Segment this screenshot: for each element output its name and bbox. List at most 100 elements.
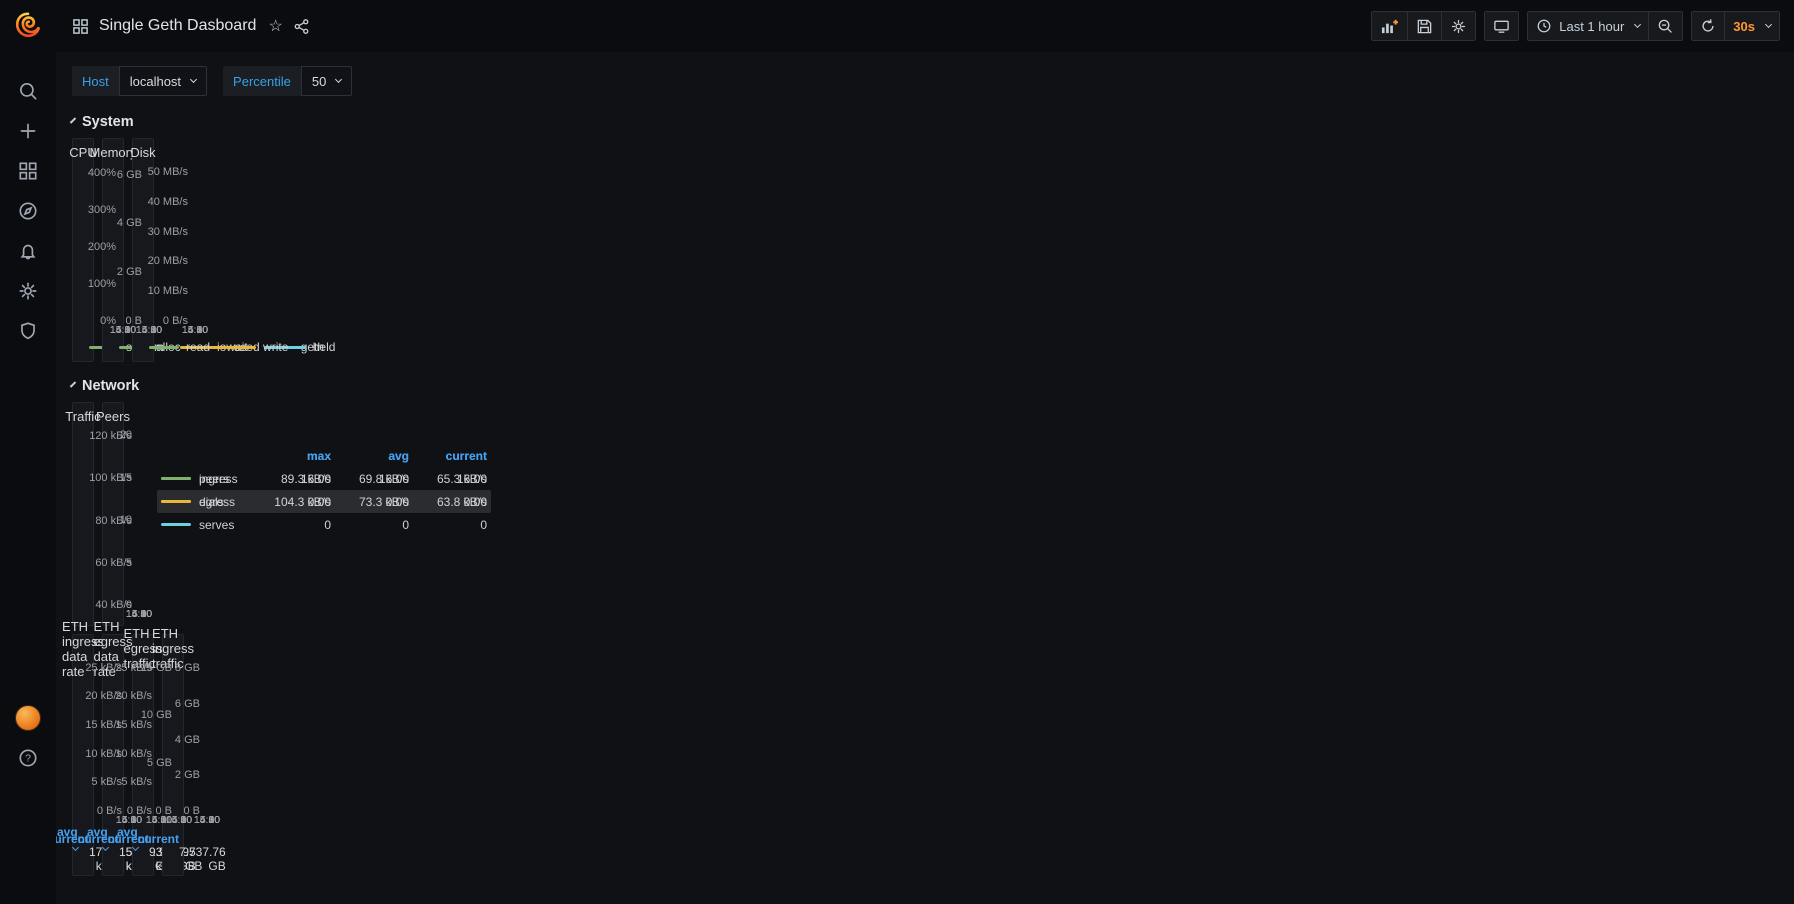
x-axis-label: 15:20: [182, 324, 208, 336]
percentile-variable-label[interactable]: Percentile: [223, 66, 301, 96]
y-axis-label: 8 GB: [175, 662, 200, 674]
gear-icon: [1450, 18, 1467, 35]
y-axis-label: 50 MB/s: [148, 166, 188, 178]
legend-series-label[interactable]: peers: [161, 472, 253, 486]
y-axis: 8 GB6 GB4 GB2 GB0 B: [173, 662, 207, 811]
legend-series-label[interactable]: dials: [161, 495, 253, 509]
dashboard-grid: System CPU400%300%200%100%0%14:3014:4014…: [56, 106, 86, 109]
dashboard-settings-button[interactable]: [1441, 11, 1476, 41]
host-value-text: localhost: [130, 74, 181, 89]
y-axis-label: 10: [120, 514, 132, 526]
search-icon: [17, 80, 39, 102]
profile-avatar[interactable]: [11, 702, 45, 734]
legend-col-avg[interactable]: avg: [87, 825, 108, 853]
series-color-dash: [161, 477, 191, 480]
help-icon: ?: [17, 747, 39, 769]
legend-row: serves000: [157, 513, 491, 536]
legend-series-label[interactable]: serves: [161, 518, 253, 532]
sidebar-item-server-admin[interactable]: [11, 315, 45, 347]
sidebar-item-dashboards[interactable]: [11, 155, 45, 187]
y-axis-label: 15: [120, 472, 132, 484]
panel-traffic: Traffic120 kB/s100 kB/s80 kB/s60 kB/s40 …: [72, 402, 94, 626]
legend-col-current[interactable]: current: [138, 832, 179, 846]
sidebar-item-explore[interactable]: [11, 195, 45, 227]
configuration-icon: [17, 280, 39, 302]
legend-row: peers16.0016.0016.00: [157, 467, 491, 490]
y-axis-label: 40 MB/s: [148, 196, 188, 208]
series-color-dash: [161, 523, 191, 526]
refresh-icon: [1700, 18, 1716, 34]
legend: systemiowaitgeth: [83, 337, 91, 357]
sidebar-item-add[interactable]: [11, 115, 45, 147]
server-admin-icon: [17, 320, 39, 342]
chevron-down-icon: [1765, 21, 1772, 28]
legend-series-name: read: [186, 340, 210, 354]
y-axis-label: 15 GB: [141, 662, 172, 674]
y-axis-label: 20 MB/s: [148, 255, 188, 267]
legend-value: 16.00: [409, 472, 487, 486]
host-variable-label[interactable]: Host: [72, 66, 119, 96]
chevron-down-icon: [335, 76, 342, 83]
sidebar-item-configuration[interactable]: [11, 275, 45, 307]
side-menu: ?: [0, 0, 56, 904]
svg-text:?: ?: [25, 754, 31, 765]
legend-series-name: write: [263, 340, 288, 354]
legend-table: avgcurrenteth/65 transaction announcemen…: [173, 827, 181, 871]
chevron-down-icon: [1634, 21, 1641, 28]
legend-value: 7.73 GB: [179, 845, 202, 873]
x-axis-label: 15:20: [126, 608, 152, 620]
y-axis-label: 200%: [88, 241, 116, 253]
add-panel-button[interactable]: [1371, 11, 1408, 41]
y-axis-label: 4 GB: [175, 734, 200, 746]
section-title: Network: [82, 378, 139, 394]
tv-icon: [1493, 18, 1510, 35]
y-axis-label: 6 GB: [117, 169, 142, 181]
refresh-button[interactable]: [1691, 11, 1725, 41]
variable-percentile: Percentile 50: [223, 66, 352, 96]
legend-series-label[interactable]: read: [149, 340, 210, 354]
y-axis-label: 100%: [88, 278, 116, 290]
grafana-logo-icon[interactable]: [13, 10, 43, 45]
star-icon[interactable]: ☆: [268, 16, 282, 36]
y-axis: 20151050: [113, 430, 139, 605]
legend-value: 16.00: [253, 472, 331, 486]
legend-value: 0: [331, 518, 409, 532]
legend-value: 0.00: [331, 495, 409, 509]
y-axis-label: 6 GB: [175, 698, 200, 710]
sidebar-item-alerting[interactable]: [11, 235, 45, 267]
variable-host: Host localhost: [72, 66, 207, 96]
sidebar-item-search[interactable]: [11, 75, 45, 107]
legend-col-current[interactable]: current: [409, 449, 487, 463]
cycle-view-mode-button[interactable]: [1484, 11, 1519, 41]
series-color-dash: [161, 500, 191, 503]
section-title: System: [82, 114, 134, 130]
share-icon[interactable]: [293, 18, 310, 35]
refresh-interval-picker[interactable]: 30s: [1724, 11, 1780, 41]
y-axis-label: 300%: [88, 204, 116, 216]
percentile-value-text: 50: [312, 74, 326, 89]
legend-col-avg[interactable]: avg: [57, 825, 78, 853]
legend-row: dials0.000.000.00: [157, 490, 491, 513]
legend-value: 0.00: [409, 495, 487, 509]
time-range-picker[interactable]: Last 1 hour: [1527, 11, 1649, 41]
sidebar-item-help[interactable]: ?: [11, 742, 45, 774]
legend-series-name: peers: [199, 472, 229, 486]
series-color-dash: [226, 346, 256, 349]
dashboard-title[interactable]: Single Geth Dasboard: [99, 17, 256, 35]
x-axis-label: 15:20: [194, 814, 220, 826]
legend-value: 7.76 GB: [202, 845, 225, 873]
zoom-out-button[interactable]: [1648, 11, 1683, 41]
dashboards-icon: [17, 160, 39, 182]
y-axis-label: 4 GB: [117, 217, 142, 229]
y-axis-label: 20: [120, 429, 132, 441]
avatar: [15, 705, 41, 731]
legend-col-avg[interactable]: avg: [331, 449, 409, 463]
legend-series-label[interactable]: write: [226, 340, 288, 354]
legend-col-avg[interactable]: avg: [117, 825, 138, 853]
legend-col-max[interactable]: max: [253, 449, 331, 463]
host-variable-value[interactable]: localhost: [119, 66, 207, 96]
y-axis-label: 10 GB: [141, 709, 172, 721]
percentile-variable-value[interactable]: 50: [301, 66, 352, 96]
save-dashboard-button[interactable]: [1407, 11, 1442, 41]
legend-value: 0: [253, 518, 331, 532]
